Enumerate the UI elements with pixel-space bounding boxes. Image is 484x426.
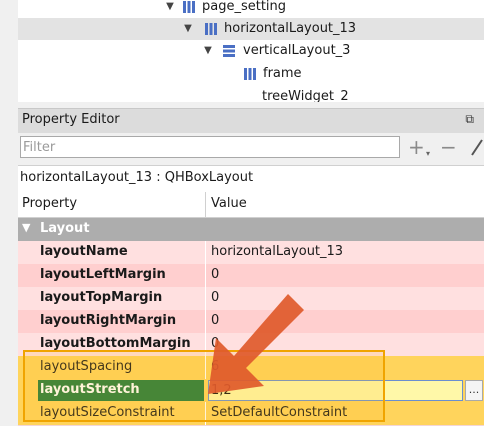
horizontal-layout-icon: [183, 1, 195, 13]
add-dynamic-property-button[interactable]: +: [408, 136, 425, 158]
property-name: layoutStretch: [40, 382, 140, 397]
property-name: layoutRightMargin: [40, 313, 177, 328]
chevron-down-icon[interactable]: ▼: [164, 0, 176, 18]
filter-input[interactable]: [20, 136, 400, 158]
column-divider: [205, 241, 206, 264]
property-value[interactable]: horizontalLayout_13: [211, 244, 343, 259]
property-row-layout-top-margin[interactable]: layoutTopMargin 0: [18, 287, 484, 311]
property-row-layout-stretch[interactable]: layoutStretch ...: [18, 379, 484, 403]
tree-item-label: page_setting: [202, 0, 287, 14]
horizontal-layout-icon: [244, 68, 256, 80]
value-column-header[interactable]: Value: [211, 196, 247, 211]
property-value[interactable]: 6: [211, 359, 219, 374]
property-name: layoutSizeConstraint: [40, 405, 175, 420]
column-divider: [205, 287, 206, 310]
chevron-down-icon[interactable]: ▼: [202, 40, 214, 62]
property-name: layoutLeftMargin: [40, 267, 166, 282]
property-table-header: Property Value: [18, 192, 484, 218]
property-value[interactable]: 0: [211, 336, 219, 351]
remove-property-button[interactable]: −: [440, 136, 457, 158]
dropdown-arrow-icon[interactable]: ▾: [426, 149, 430, 158]
group-label: Layout: [40, 221, 90, 236]
property-row-layout-bottom-margin[interactable]: layoutBottomMargin 0: [18, 333, 484, 357]
property-editor-title: Property Editor: [22, 112, 120, 127]
tree-item-page-setting[interactable]: ▼ page_setting: [160, 0, 484, 18]
property-row-layout-name[interactable]: layoutName horizontalLayout_13: [18, 241, 484, 265]
chevron-down-icon[interactable]: ▼: [22, 221, 30, 234]
tree-item-vertical-layout-3[interactable]: ▼ verticalLayout_3: [202, 40, 484, 62]
horizontal-layout-icon: [205, 23, 217, 35]
layout-stretch-editor[interactable]: [208, 380, 463, 401]
property-row-layout-left-margin[interactable]: layoutLeftMargin 0: [18, 264, 484, 288]
configure-wrench-icon[interactable]: [470, 139, 484, 157]
tree-item-label: treeWidget_2: [262, 89, 349, 102]
float-window-icon[interactable]: ⧉: [465, 112, 474, 127]
property-value[interactable]: 0: [211, 313, 219, 328]
property-name: layoutBottomMargin: [40, 336, 191, 351]
property-editor-title-bar: Property Editor ⧉: [18, 108, 484, 133]
object-class-label: horizontalLayout_13 : QHBoxLayout: [18, 165, 484, 193]
tree-item-tree-widget-2[interactable]: treeWidget_2: [262, 86, 484, 102]
column-divider: [205, 310, 206, 333]
property-column-header[interactable]: Property: [22, 196, 77, 211]
property-name: layoutSpacing: [40, 359, 133, 374]
property-value[interactable]: SetDefaultConstraint: [211, 405, 347, 420]
property-value[interactable]: 0: [211, 267, 219, 282]
tree-item-label: frame: [263, 66, 302, 81]
property-row-layout-spacing[interactable]: layoutSpacing 6: [18, 356, 484, 380]
column-divider: [205, 356, 206, 379]
tree-item-label: verticalLayout_3: [243, 43, 351, 58]
tree-item-frame[interactable]: frame: [242, 63, 484, 85]
property-row-layout-size-constraint[interactable]: layoutSizeConstraint SetDefaultConstrain…: [18, 402, 484, 426]
vertical-layout-icon: [223, 45, 235, 57]
column-divider: [205, 264, 206, 287]
ellipsis-button[interactable]: ...: [465, 380, 483, 401]
tree-item-label: horizontalLayout_13: [224, 21, 357, 36]
property-group-layout[interactable]: ▼ Layout: [18, 218, 484, 241]
property-row-layout-right-margin[interactable]: layoutRightMargin 0: [18, 310, 484, 334]
property-name: layoutName: [40, 244, 128, 259]
column-divider: [205, 333, 206, 356]
column-divider[interactable]: [205, 192, 206, 217]
left-splitter: [0, 0, 18, 422]
chevron-down-icon[interactable]: ▼: [182, 18, 194, 40]
object-class-text: horizontalLayout_13 : QHBoxLayout: [20, 170, 254, 185]
property-value[interactable]: 0: [211, 290, 219, 305]
property-name: layoutTopMargin: [40, 290, 163, 305]
filter-toolbar: + ▾ −: [18, 133, 484, 163]
tree-item-horizontal-layout-13[interactable]: ▼ horizontalLayout_13: [18, 18, 484, 40]
object-inspector-tree[interactable]: ▼ page_setting ▼ horizontalLayout_13 ▼ v…: [18, 0, 484, 102]
